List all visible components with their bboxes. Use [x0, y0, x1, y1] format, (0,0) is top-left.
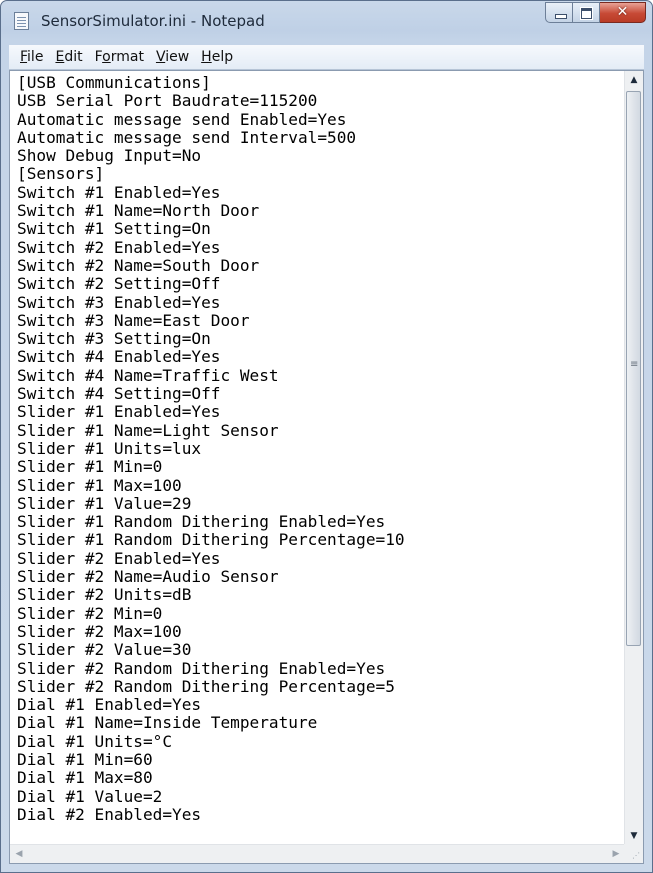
minimize-icon — [555, 14, 567, 19]
scroll-up-icon[interactable]: ▲ — [625, 71, 643, 89]
menu-help[interactable]: Help — [195, 49, 239, 65]
caption-buttons: ✕ — [545, 2, 646, 24]
menu-edit[interactable]: Edit — [49, 49, 88, 65]
scroll-left-icon[interactable]: ◀ — [10, 845, 28, 863]
scroll-down-icon[interactable]: ▼ — [625, 827, 643, 845]
menu-file[interactable]: File — [14, 49, 49, 65]
notepad-window: SensorSimulator.ini - Notepad ✕ File Edi… — [0, 0, 653, 873]
menu-bar: File Edit Format View Help — [9, 45, 644, 70]
scroll-right-icon[interactable]: ▶ — [607, 845, 625, 863]
window-title: SensorSimulator.ini - Notepad — [41, 12, 265, 30]
minimize-button[interactable] — [545, 2, 573, 23]
menu-view[interactable]: View — [150, 49, 195, 65]
vertical-scrollbar[interactable]: ▲ ≡ ▼ — [624, 71, 643, 845]
menu-format[interactable]: Format — [89, 49, 150, 65]
notepad-app-icon[interactable] — [14, 12, 29, 30]
title-bar[interactable]: SensorSimulator.ini - Notepad ✕ — [1, 1, 652, 41]
close-icon: ✕ — [616, 4, 629, 20]
size-grip-icon[interactable]: ⋰ — [632, 852, 640, 860]
maximize-icon — [581, 8, 592, 19]
close-button[interactable]: ✕ — [600, 2, 646, 23]
editor-text[interactable]: [USB Communications] USB Serial Port Bau… — [17, 73, 617, 824]
vertical-scroll-thumb[interactable]: ≡ — [626, 91, 641, 646]
editor-area[interactable]: [USB Communications] USB Serial Port Bau… — [9, 70, 644, 864]
horizontal-scrollbar[interactable]: ◀ ▶ — [10, 844, 625, 863]
maximize-button[interactable] — [573, 2, 600, 23]
grip-icon: ≡ — [630, 359, 639, 370]
scrollbar-corner: ⋰ — [624, 844, 643, 863]
